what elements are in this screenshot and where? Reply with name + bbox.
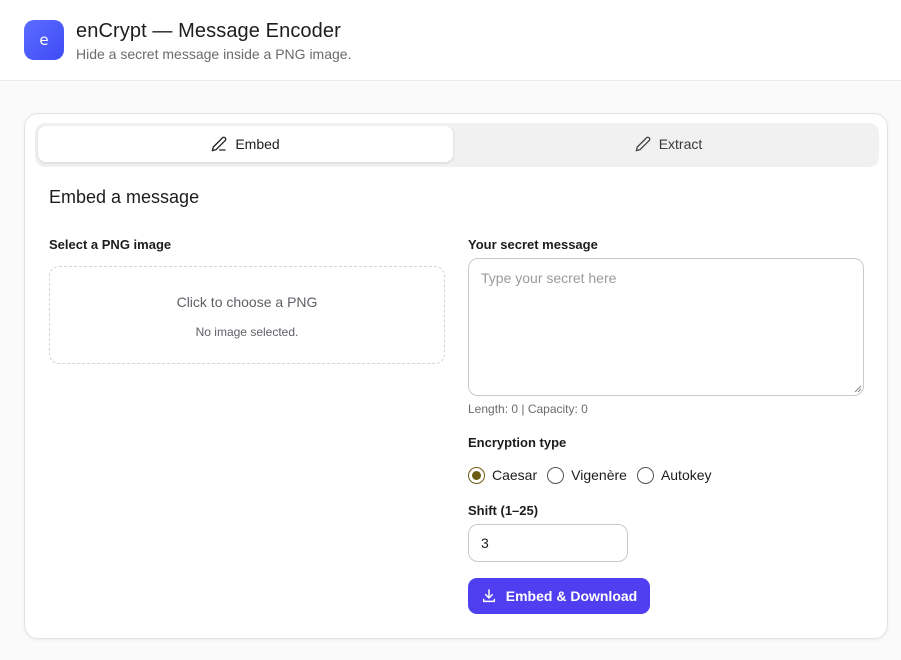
app-header: e enCrypt — Message Encoder Hide a secre… <box>0 0 901 81</box>
dropzone-text: Click to choose a PNG <box>176 294 318 310</box>
app-title: enCrypt — Message Encoder <box>76 20 341 42</box>
radio-option-caesar[interactable]: Caesar <box>468 466 538 484</box>
radio-vigenere-label: Vigenère <box>571 467 627 483</box>
tab-embed[interactable]: Embed <box>38 126 453 162</box>
shift-label: Shift (1–25) <box>468 503 539 518</box>
embed-download-button[interactable]: Embed & Download <box>468 578 650 614</box>
radio-option-vigenere[interactable]: Vigenère <box>547 466 627 484</box>
length-capacity-text: Length: 0 | Capacity: 0 <box>468 402 588 416</box>
message-label: Your secret message <box>468 237 598 252</box>
shift-input[interactable] <box>468 524 628 562</box>
radio-option-autokey[interactable]: Autokey <box>636 466 712 484</box>
app-logo: e <box>24 20 64 60</box>
tab-extract-label: Extract <box>658 136 703 152</box>
image-label: Select a PNG image <box>49 237 172 252</box>
tab-extract[interactable]: Extract <box>461 126 876 162</box>
download-icon <box>482 589 495 603</box>
radio-caesar[interactable] <box>468 466 485 484</box>
radio-autokey-label: Autokey <box>660 467 712 483</box>
encryption-label: Encryption type <box>468 435 567 450</box>
encoder-card: Embed Extract Embed a message Select a P… <box>24 113 888 639</box>
png-dropzone[interactable]: Click to choose a PNG No image selected. <box>49 266 445 364</box>
encryption-radio-group: Caesar Vigenère Autokey <box>468 465 722 485</box>
section-title: Embed a message <box>49 187 200 207</box>
embed-download-label: Embed & Download <box>505 588 638 604</box>
secret-message-input[interactable] <box>468 258 864 396</box>
app-subtitle: Hide a secret message inside a PNG image… <box>76 46 352 62</box>
pencil-icon <box>635 136 651 152</box>
radio-autokey[interactable] <box>636 466 654 484</box>
mode-tabs: Embed Extract <box>35 123 879 167</box>
pencil-icon <box>211 136 227 152</box>
radio-vigenere[interactable] <box>547 466 565 484</box>
dropzone-status: No image selected. <box>195 325 299 339</box>
tab-embed-label: Embed <box>235 136 280 152</box>
radio-caesar-label: Caesar <box>492 467 538 483</box>
resize-grip-icon[interactable] <box>853 384 862 393</box>
